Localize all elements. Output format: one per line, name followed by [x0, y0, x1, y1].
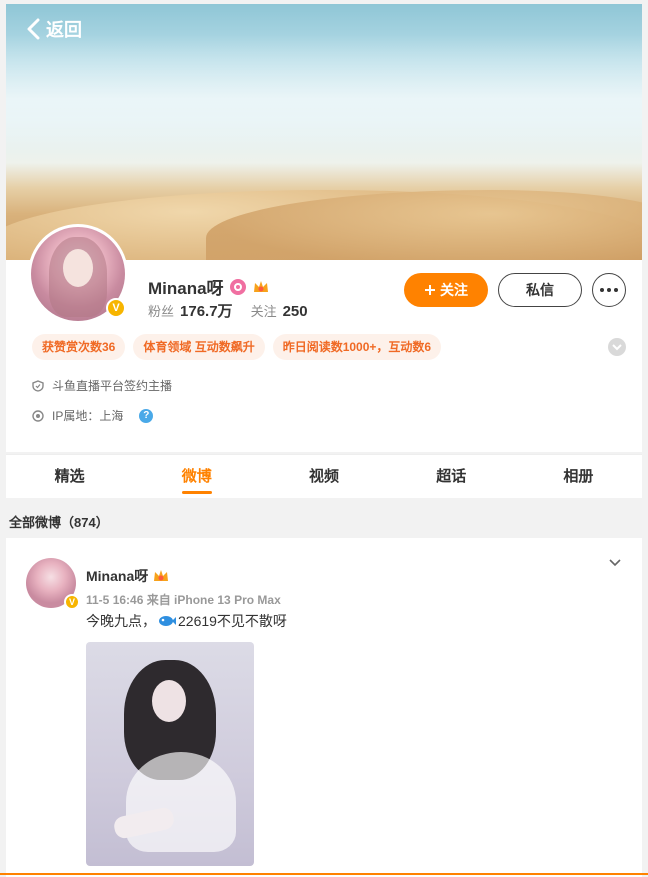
- fans-count[interactable]: 176.7万: [180, 300, 233, 321]
- following-count[interactable]: 250: [283, 303, 308, 320]
- chevron-left-icon: [27, 18, 40, 40]
- post-text-before: 今晚九点，: [86, 613, 156, 629]
- tag-sports[interactable]: 体育领域 互动数飙升: [133, 334, 265, 360]
- message-button[interactable]: 私信: [498, 273, 582, 307]
- post-image[interactable]: [86, 642, 254, 866]
- bottom-accent-line: [0, 873, 648, 875]
- follow-button[interactable]: 关注: [404, 273, 488, 307]
- shield-icon: [32, 379, 44, 392]
- cover-sky: [6, 34, 642, 154]
- achievement-tags: 获赞赏次数36 体育领域 互动数飙升 昨日阅读数1000+，互动数6: [32, 334, 442, 360]
- cover-banner: 返回: [6, 4, 642, 260]
- profile-avatar[interactable]: V: [28, 224, 128, 324]
- tag-reward[interactable]: 获赞赏次数36: [32, 334, 126, 360]
- profile-stats: 粉丝 176.7万 关注 250: [148, 300, 320, 321]
- crown-icon[interactable]: [252, 279, 270, 295]
- plus-icon: [425, 285, 435, 295]
- tab-featured[interactable]: 精选: [6, 455, 133, 498]
- following-label: 关注: [250, 304, 277, 319]
- member-icon[interactable]: [229, 278, 246, 295]
- feed-section-title: 全部微博（874）: [9, 515, 109, 530]
- tab-video[interactable]: 视频: [260, 455, 387, 498]
- verify-info: 斗鱼直播平台签约主播: [32, 377, 172, 394]
- profile-name-row: Minana呀: [148, 274, 270, 299]
- post-text-after: 22619不见不散呀: [178, 613, 287, 629]
- chevron-down-icon: [612, 344, 622, 351]
- crown-icon: [154, 570, 169, 581]
- post-author[interactable]: Minana呀: [86, 566, 148, 586]
- verified-badge-icon: V: [64, 594, 80, 610]
- tab-supertopic[interactable]: 超话: [388, 455, 515, 498]
- back-button[interactable]: 返回: [26, 16, 82, 42]
- douyu-fish-icon: [159, 616, 176, 626]
- ip-text: IP属地：上海: [52, 409, 124, 423]
- post-menu-chevron-icon[interactable]: [608, 556, 622, 570]
- fans-label: 粉丝: [148, 304, 175, 319]
- verified-badge-icon: V: [106, 298, 126, 318]
- profile-card: V Minana呀 粉丝 176.7万 关注 250 关注 私信 获赞赏次数36…: [6, 224, 642, 452]
- post-card: V Minana呀 11-5 16:46 来自 iPhone 13 Pro Ma…: [6, 538, 642, 877]
- help-icon[interactable]: ?: [139, 408, 154, 423]
- post-text: 今晚九点， 22619不见不散呀: [86, 611, 287, 631]
- more-button[interactable]: [592, 273, 626, 307]
- profile-tabs: 精选 微博 视频 超话 相册: [6, 454, 642, 498]
- post-avatar[interactable]: V: [26, 558, 80, 610]
- post-meta: 11-5 16:46 来自 iPhone 13 Pro Max: [86, 593, 281, 607]
- follow-button-label: 关注: [440, 282, 468, 298]
- ip-info: IP属地：上海 ?: [32, 407, 154, 424]
- back-label: 返回: [46, 20, 82, 40]
- tab-weibo[interactable]: 微博: [133, 455, 260, 498]
- more-dots-icon: [600, 288, 604, 292]
- tab-album[interactable]: 相册: [515, 455, 642, 498]
- tag-reads[interactable]: 昨日阅读数1000+，互动数6: [272, 334, 442, 360]
- expand-tags-button[interactable]: [608, 338, 626, 356]
- verify-text: 斗鱼直播平台签约主播: [52, 379, 173, 393]
- post-author-row: Minana呀: [86, 566, 170, 586]
- location-icon: [32, 409, 44, 422]
- profile-name: Minana呀: [148, 279, 224, 298]
